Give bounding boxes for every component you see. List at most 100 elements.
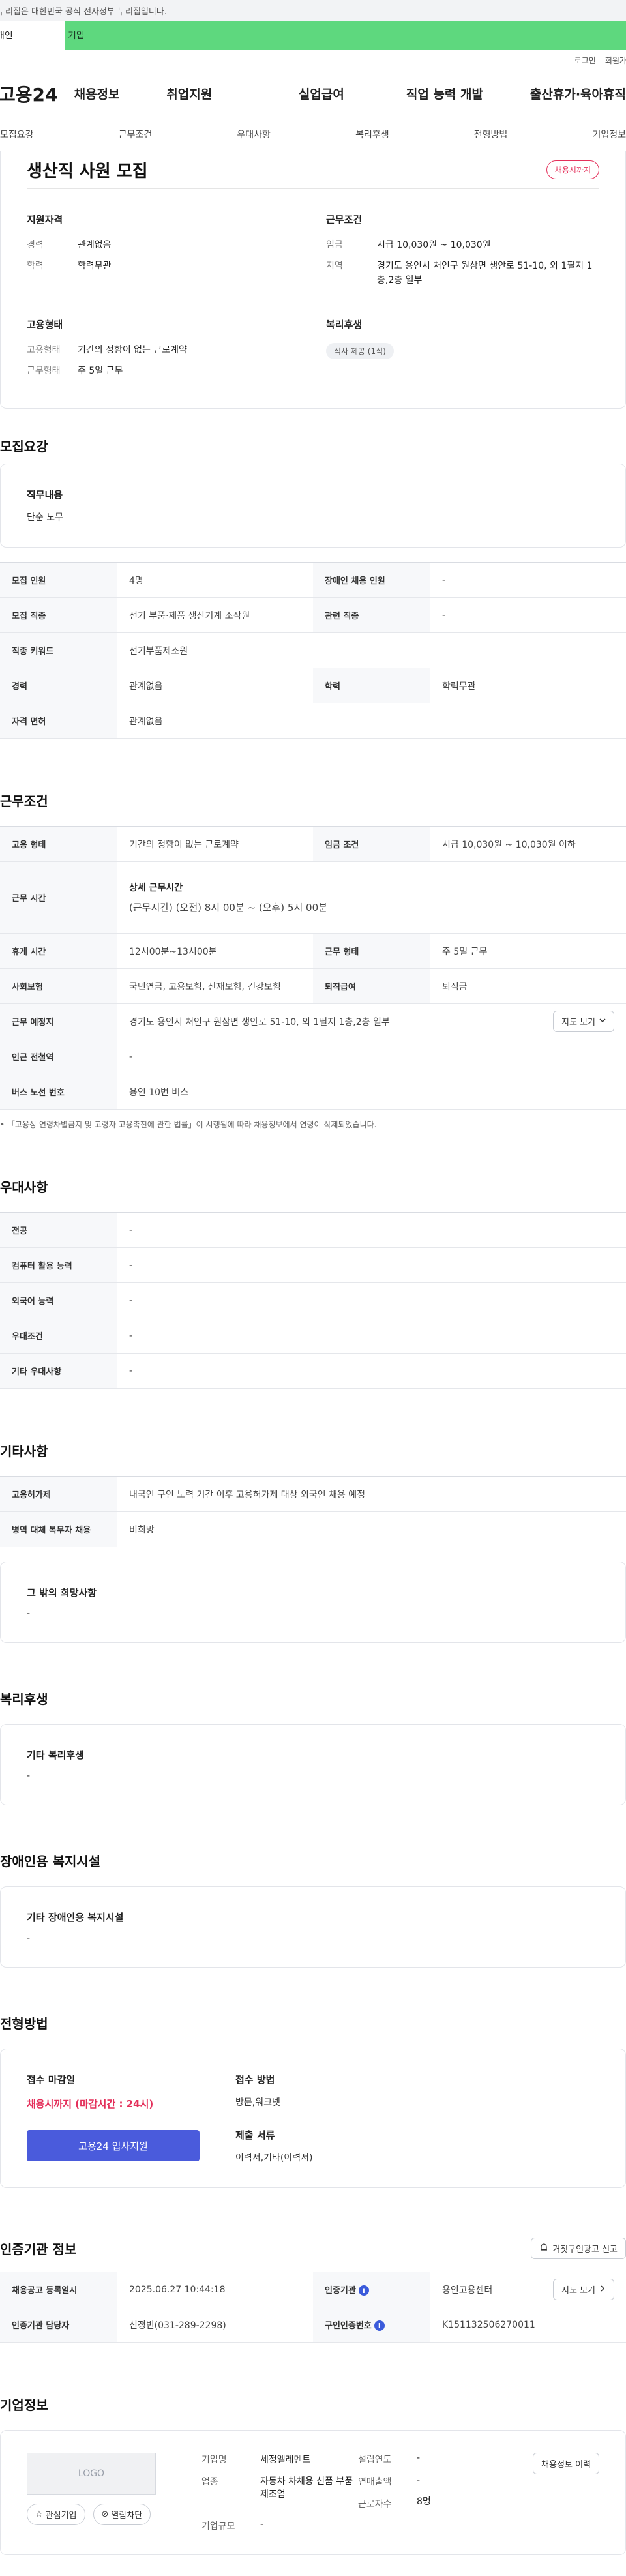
info-icon[interactable]: i (374, 2320, 385, 2332)
welfare-section-header: 복리후생 (0, 1680, 626, 1716)
table-key: 경력 (0, 668, 117, 703)
summary-key: 학력 (27, 261, 44, 271)
map-view-label: 지도 보기 (561, 1018, 595, 1028)
lnb-item-welfare[interactable]: 복리후생 (355, 128, 389, 141)
map-view-button[interactable]: 지도 보기 (553, 1011, 614, 1032)
table-key: 휴게 시간 (0, 933, 117, 969)
favorite-company-button[interactable]: ☆ 관심기업 (27, 2504, 85, 2525)
signup-link[interactable]: 회원가입 (605, 55, 626, 66)
disability-section-header: 장애인용 복지시설 (0, 1842, 626, 1878)
site-logo[interactable]: 고용24 (0, 81, 69, 107)
lnb-item-apply[interactable]: 전형방법 (474, 128, 508, 141)
lnb-item-company[interactable]: 기업정보 (592, 128, 626, 141)
summary-value: 학력무관 (78, 261, 112, 271)
user-type-tabs: 개인 기업 (0, 21, 626, 50)
disability-title: 장애인용 복지시설 (0, 1853, 101, 1869)
summary-key: 지역 (326, 261, 343, 271)
table-value: 전기부품제조원 (117, 632, 626, 668)
table-key: 구인인증번호 i (313, 2307, 430, 2343)
hours-value: (근무시간) (오전) 8시 00분 ~ (오후) 5시 00분 (129, 902, 327, 913)
work-table: 고용 형태 기간의 정함이 없는 근로계약 임금 조건 시급 10,030원 ~… (0, 826, 626, 1110)
tab-enterprise[interactable]: 기업 (65, 21, 626, 50)
table-key: 채용공고 등록일시 (0, 2272, 117, 2307)
table-key: 기타 우대사항 (0, 1353, 117, 1389)
table-key: 장애인 채용 인원 (313, 562, 430, 598)
table-key: 모집 인원 (0, 562, 117, 598)
gnb-item-parental-leave[interactable]: 출산휴가·육아휴직 (530, 85, 626, 102)
table-row: 인근 전철역 - (0, 1039, 626, 1074)
etc-section-header: 기타사항 (0, 1432, 626, 1468)
cert-org-cell: 용인고용센터 지도 보기 (430, 2272, 626, 2307)
table-value: 주 5일 근무 (430, 933, 626, 969)
cert-map-button[interactable]: 지도 보기 (553, 2279, 614, 2300)
global-nav: 고용24 채용정보 취업지원 실업급여 직업 능력 개발 출산휴가·육아휴직 (0, 70, 626, 117)
report-label: 거짓구인광고 신고 (552, 2244, 618, 2255)
company-value: - (417, 2475, 421, 2485)
conditions-block: 근무조건 임금 시급 10,030원 ~ 10,030원 지역 경기도 용인시 처인… (326, 213, 599, 294)
lnb-item-pref[interactable]: 우대사항 (237, 128, 271, 141)
pref-title: 우대사항 (0, 1179, 48, 1195)
block-view-button[interactable]: ⊘ 열람차단 (93, 2504, 151, 2525)
duty-card: 직무내용 단순 노무 (0, 464, 626, 548)
table-row: 버스 노선 번호 용인 10번 버스 (0, 1074, 626, 1110)
star-icon: ☆ (35, 2509, 43, 2519)
table-key: 전공 (0, 1212, 117, 1248)
employment-block: 고용형태 고용형태 기간의 정함이 없는 근로계약 근무형태 주 5일 근무 (27, 318, 300, 385)
company-key: 기업명 (201, 2455, 227, 2465)
job-title-row: 생산직 사원 모집 채용시까지 (27, 151, 599, 189)
gnb-item-employment-support[interactable]: 취업지원 (166, 85, 299, 102)
duty-label: 직무내용 (27, 489, 63, 501)
pref-section-header: 우대사항 (0, 1168, 626, 1204)
company-section-header: 기업정보 (0, 2386, 626, 2422)
info-icon[interactable]: i (358, 2285, 369, 2296)
table-key: 인근 전철역 (0, 1039, 117, 1074)
disability-label: 기타 장애인용 복지시설 (27, 1912, 124, 1923)
other-wishes-value: - (27, 1608, 31, 1619)
table-value: 전기 부품·제품 생산기계 조작원 (117, 597, 313, 633)
table-row: 인증기관 담당자 신정빈(031-289-2298) 구인인증번호 i K1511… (0, 2307, 626, 2343)
job-history-button[interactable]: 채용정보 이력 (533, 2453, 599, 2474)
apply-button[interactable]: 고용24 입사지원 (27, 2130, 200, 2161)
gnb-item-training[interactable]: 직업 능력 개발 (406, 85, 530, 102)
table-key: 임금 조건 (313, 826, 430, 862)
company-value: - (260, 2519, 264, 2530)
apply-method-col: 접수 방법 방문,워크넷 제출 서류 이력서,기타(이력서) (209, 2073, 312, 2164)
report-fake-ad-button[interactable]: 거짓구인광고 신고 (531, 2237, 626, 2259)
apply-section-header: 전형방법 (0, 2004, 626, 2041)
table-key: 관련 직종 (313, 597, 430, 633)
company-value: 8명 (417, 2496, 431, 2507)
table-value: - (117, 1318, 626, 1354)
lnb-item-work[interactable]: 근무조건 (119, 128, 153, 141)
table-key: 우대조건 (0, 1318, 117, 1354)
disability-value: - (27, 1933, 31, 1944)
summary-value: 관계없음 (78, 240, 112, 250)
lnb-item-recruit[interactable]: 모집요강 (0, 128, 34, 141)
table-value: 시급 10,030원 ~ 10,030원 이하 (430, 826, 626, 862)
cert-map-label: 지도 보기 (561, 2286, 595, 2296)
table-row: 경력 관계없음 학력 학력무관 (0, 668, 626, 703)
job-title: 생산직 사원 모집 (27, 162, 148, 181)
company-key: 기업규모 (201, 2521, 235, 2532)
table-row: 외국어 능력 - (0, 1282, 626, 1318)
apply-deadline-col: 접수 마감일 채용시까지 (마감시간 : 24시) 고용24 입사지원 (27, 2073, 209, 2164)
gnb-item-jobs[interactable]: 채용정보 (74, 85, 167, 102)
table-key: 버스 노선 번호 (0, 1074, 117, 1110)
method-value: 방문,워크넷 (235, 2097, 280, 2108)
table-value: 국민연금, 고용보험, 산재보험, 건강보험 (117, 968, 313, 1004)
table-key: 직종 키워드 (0, 632, 117, 668)
gnb-item-unemployment[interactable]: 실업급여 (299, 85, 406, 102)
welfare-value: - (27, 1771, 31, 1781)
table-key: 인증기관 담당자 (0, 2307, 117, 2343)
favorite-label: 관심기업 (45, 2511, 77, 2521)
login-link[interactable]: 로그인 (574, 55, 596, 66)
table-value: - (430, 597, 626, 633)
table-value: - (117, 1353, 626, 1389)
table-key: 근무 예정지 (0, 1003, 117, 1039)
cert-org-value: 용인고용센터 (442, 2285, 493, 2296)
table-row: 고용허가제 내국인 구인 노력 기간 이후 고용허가제 대상 외국인 채용 예정 (0, 1476, 626, 1512)
table-value: 관계없음 (117, 703, 626, 739)
gov-notice-bar: 이 누리집은 대한민국 공식 전자정부 누리집입니다. (0, 0, 626, 21)
table-row: 직종 키워드 전기부품제조원 (0, 632, 626, 668)
company-value: 세정엘레멘트 (260, 2455, 311, 2465)
tab-personal[interactable]: 개인 (0, 21, 65, 50)
